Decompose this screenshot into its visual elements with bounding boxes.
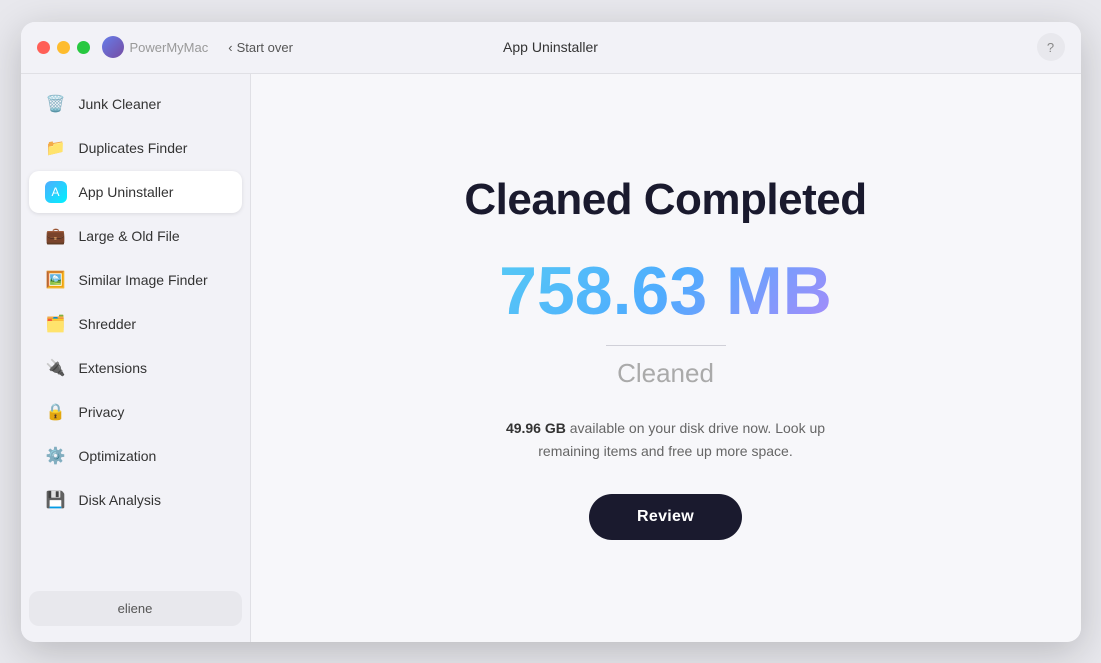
user-name: eliene [118,601,153,616]
sidebar-label-junk-cleaner: Junk Cleaner [79,96,162,112]
extensions-icon: 🔌 [45,357,67,379]
sidebar-item-optimization[interactable]: ⚙️ Optimization [29,435,242,477]
sidebar-label-large-old-file: Large & Old File [79,228,180,244]
minimize-button[interactable] [57,41,70,54]
sidebar-label-disk-analysis: Disk Analysis [79,492,161,508]
disk-message: available on your disk drive now. Look u… [538,420,825,458]
divider [606,345,726,346]
similar-image-finder-icon: 🖼️ [45,269,67,291]
sidebar-item-disk-analysis[interactable]: 💾 Disk Analysis [29,479,242,521]
app-name-label: PowerMyMac [130,40,209,55]
junk-cleaner-icon: 🗑️ [45,93,67,115]
start-over-button[interactable]: ‹ Start over [228,40,293,55]
sidebar-label-shredder: Shredder [79,316,137,332]
disk-available: 49.96 GB [506,420,566,436]
large-old-file-icon: 💼 [45,225,67,247]
disk-analysis-icon: 💾 [45,489,67,511]
sidebar-label-privacy: Privacy [79,404,125,420]
disk-info: 49.96 GB available on your disk drive no… [506,417,826,462]
sidebar-item-large-old-file[interactable]: 💼 Large & Old File [29,215,242,257]
sidebar-item-privacy[interactable]: 🔒 Privacy [29,391,242,433]
traffic-lights [37,41,90,54]
cleaned-completed-title: Cleaned Completed [464,175,866,225]
start-over-label: Start over [237,40,293,55]
sidebar: 🗑️ Junk Cleaner 📁 Duplicates Finder A Ap… [21,74,251,642]
sidebar-label-duplicates-finder: Duplicates Finder [79,140,188,156]
app-logo: PowerMyMac [102,36,209,58]
help-label: ? [1047,40,1054,55]
sidebar-label-app-uninstaller: App Uninstaller [79,184,174,200]
review-button[interactable]: Review [589,494,742,540]
sidebar-item-app-uninstaller[interactable]: A App Uninstaller [29,171,242,213]
sidebar-label-optimization: Optimization [79,448,157,464]
sidebar-item-similar-image-finder[interactable]: 🖼️ Similar Image Finder [29,259,242,301]
page-title: App Uninstaller [503,39,598,55]
app-uninstaller-icon: A [45,181,67,203]
user-profile[interactable]: eliene [29,591,242,626]
privacy-icon: 🔒 [45,401,67,423]
main-content: Cleaned Completed 758.63 MB Cleaned 49.9… [251,74,1081,642]
cleaned-label: Cleaned [617,358,714,389]
app-body: 🗑️ Junk Cleaner 📁 Duplicates Finder A Ap… [21,74,1081,642]
logo-icon [102,36,124,58]
sidebar-item-duplicates-finder[interactable]: 📁 Duplicates Finder [29,127,242,169]
sidebar-label-similar-image-finder: Similar Image Finder [79,272,208,288]
sidebar-item-shredder[interactable]: 🗂️ Shredder [29,303,242,345]
sidebar-item-junk-cleaner[interactable]: 🗑️ Junk Cleaner [29,83,242,125]
sidebar-item-extensions[interactable]: 🔌 Extensions [29,347,242,389]
close-button[interactable] [37,41,50,54]
sidebar-spacer [21,522,250,583]
optimization-icon: ⚙️ [45,445,67,467]
sidebar-label-extensions: Extensions [79,360,147,376]
help-button[interactable]: ? [1037,33,1065,61]
shredder-icon: 🗂️ [45,313,67,335]
cleaned-amount: 758.63 MB [499,257,832,325]
title-bar: PowerMyMac ‹ Start over App Uninstaller … [21,22,1081,74]
app-window: PowerMyMac ‹ Start over App Uninstaller … [21,22,1081,642]
duplicates-finder-icon: 📁 [45,137,67,159]
maximize-button[interactable] [77,41,90,54]
chevron-left-icon: ‹ [228,40,232,55]
